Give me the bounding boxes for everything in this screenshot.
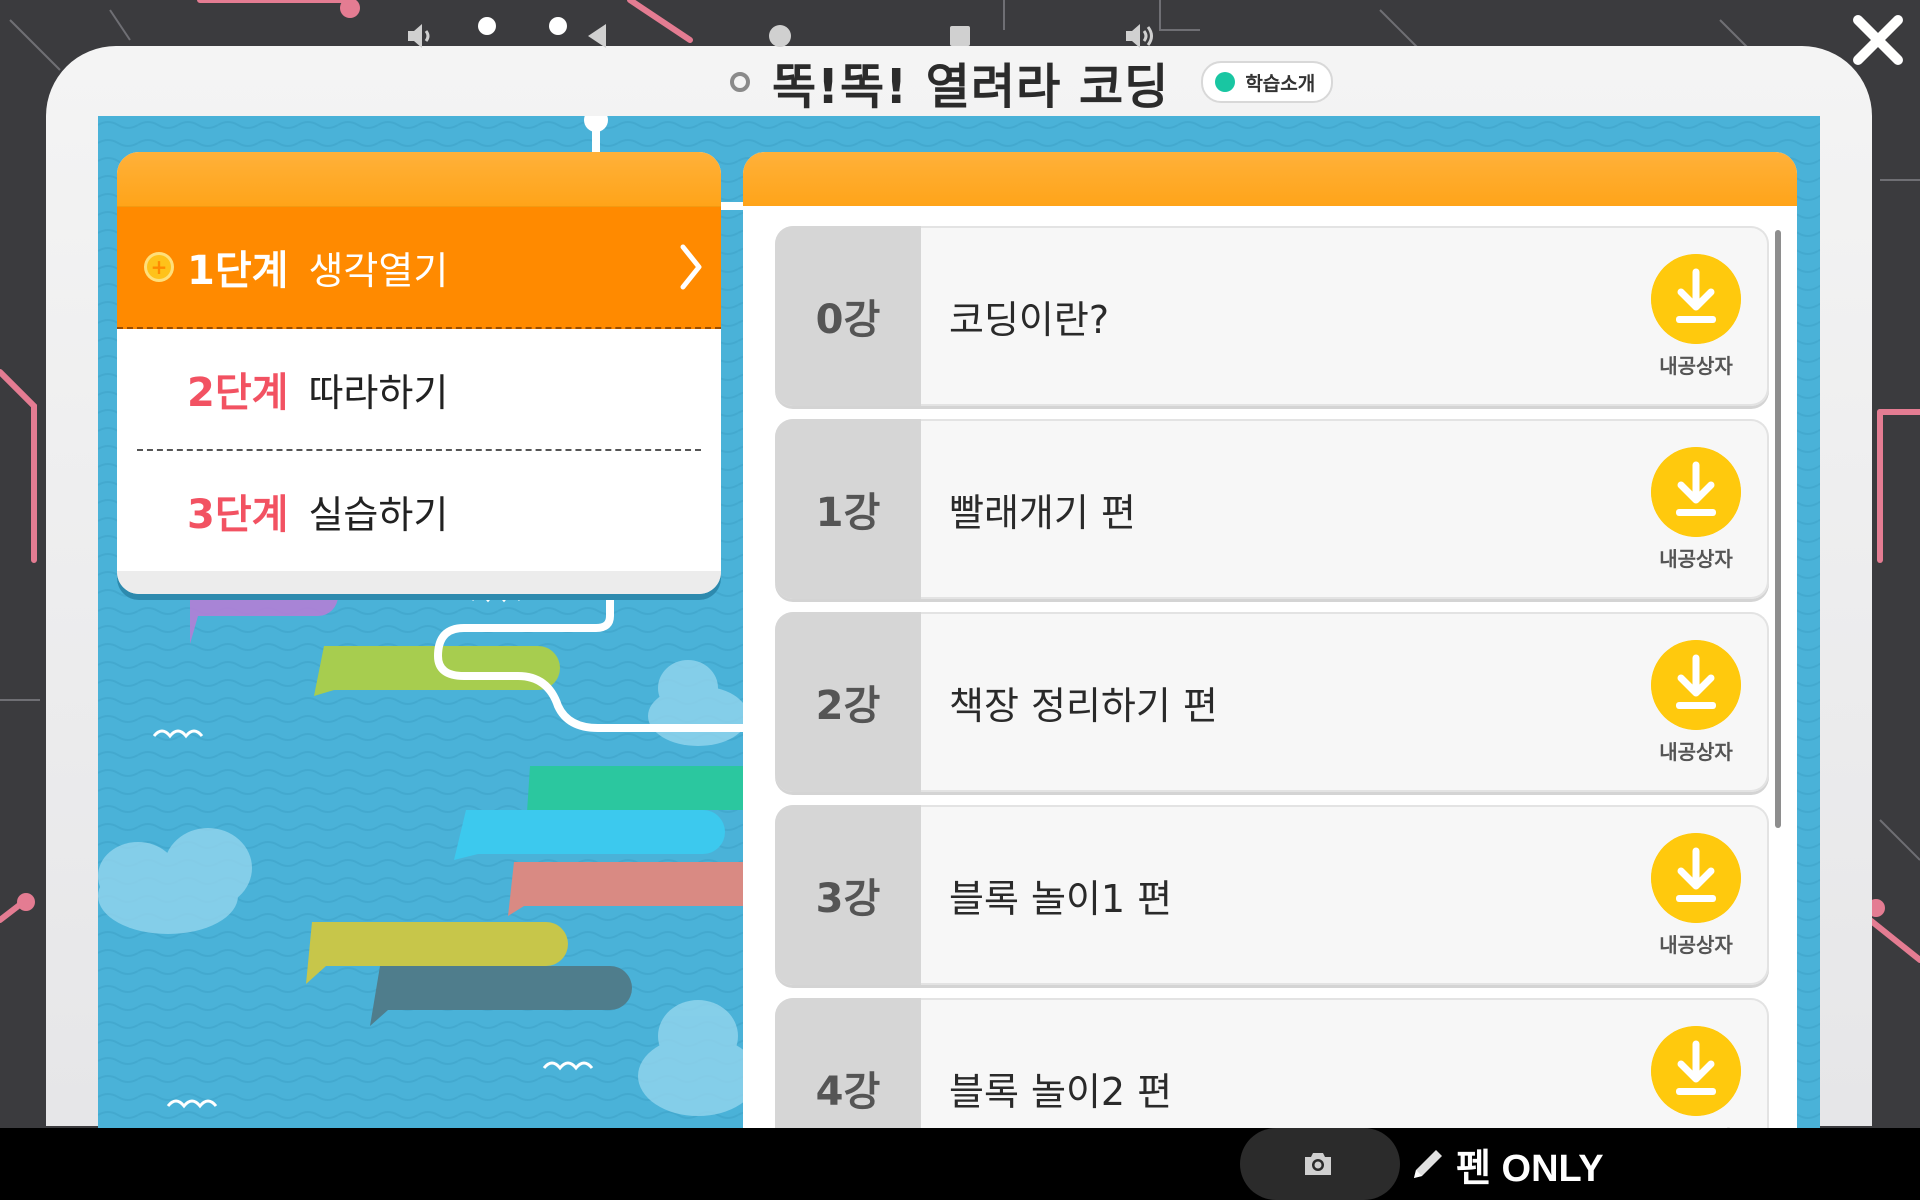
lesson-list: 0강 코딩이란? 내공상자 1강 빨래개기 편 내공상자 2강 책장 정리하기 … (775, 226, 1769, 1132)
step-item-1[interactable]: + 1단계 생각열기 (117, 207, 721, 329)
step-item-2[interactable]: 2단계 따라하기 (137, 329, 701, 449)
download-label: 내공상자 (1659, 547, 1733, 571)
lesson-item[interactable]: 3강 블록 놀이1 편 내공상자 (775, 805, 1769, 985)
lesson-number: 0강 (775, 226, 921, 406)
lesson-title: 블록 놀이2 편 (949, 1069, 1173, 1114)
app-title: 똑!똑! 열려라 코딩 (772, 59, 1170, 115)
title-bar: 똑!똑! 열려라 코딩 학습소개 (730, 52, 1334, 115)
pen-only-label: 펜 ONLY (1456, 1147, 1604, 1190)
plus-circle-icon: + (147, 255, 171, 279)
lesson-number: 2강 (775, 612, 921, 792)
step-menu-header (117, 152, 721, 207)
title-bullet-icon (730, 72, 750, 92)
lesson-panel: 0강 코딩이란? 내공상자 1강 빨래개기 편 내공상자 2강 책장 정리하기 … (743, 152, 1797, 1132)
chevron-right-icon (680, 244, 702, 290)
download-icon (1651, 1026, 1741, 1116)
lesson-title: 빨래개기 편 (949, 490, 1136, 535)
download-label: 내공상자 (1659, 354, 1733, 378)
step-menu-panel: + 1단계 생각열기 2단계 따라하기 3단계 실습하기 (117, 152, 721, 594)
screenshot-button[interactable] (1240, 1128, 1400, 1200)
step-menu-footer (117, 571, 721, 594)
lesson-number: 1강 (775, 419, 921, 599)
download-button[interactable]: 내공상자 (1651, 447, 1741, 572)
step-label: 생각열기 (308, 248, 449, 293)
pencil-icon (1414, 1150, 1442, 1178)
lesson-title: 코딩이란? (949, 297, 1110, 342)
download-icon (1651, 640, 1741, 730)
lesson-item[interactable]: 0강 코딩이란? 내공상자 (775, 226, 1769, 406)
download-button[interactable]: 내공상자 (1651, 833, 1741, 958)
camera-icon (1305, 1153, 1331, 1175)
download-icon (1651, 833, 1741, 923)
lesson-panel-header (743, 152, 1797, 206)
lesson-item[interactable]: 1강 빨래개기 편 내공상자 (775, 419, 1769, 599)
download-button[interactable]: 내공상자 (1651, 1026, 1741, 1132)
lesson-list-scrollbar[interactable] (1775, 230, 1781, 828)
download-icon (1651, 254, 1741, 344)
pen-only-toggle[interactable]: 펜 ONLY (1408, 1134, 1604, 1194)
step-label: 실습하기 (308, 492, 449, 537)
step-label: 따라하기 (308, 370, 449, 415)
volume-up-icon[interactable] (1122, 18, 1158, 54)
download-label: 내공상자 (1659, 933, 1733, 957)
lesson-item[interactable]: 2강 책장 정리하기 편 내공상자 (775, 612, 1769, 792)
step-item-3[interactable]: 3단계 실습하기 (137, 449, 701, 571)
recents-icon[interactable] (942, 18, 978, 54)
lesson-item[interactable]: 4강 블록 놀이2 편 내공상자 (775, 998, 1769, 1132)
step-number: 3단계 (187, 492, 289, 538)
download-icon (1651, 447, 1741, 537)
lesson-title: 블록 놀이1 편 (949, 876, 1173, 921)
step-number: 1단계 (187, 248, 289, 294)
lesson-number: 4강 (775, 998, 921, 1132)
system-navbar (0, 1128, 1920, 1200)
step-number: 2단계 (187, 370, 289, 416)
download-button[interactable]: 내공상자 (1651, 640, 1741, 765)
intro-button[interactable]: 학습소개 (1201, 61, 1334, 103)
download-label: 내공상자 (1659, 740, 1733, 764)
lesson-title: 책장 정리하기 편 (949, 683, 1218, 728)
volume-down-icon[interactable] (402, 18, 438, 54)
download-button[interactable]: 내공상자 (1651, 254, 1741, 379)
intro-dot-icon (1215, 72, 1236, 92)
home-icon[interactable] (762, 18, 798, 54)
lesson-number: 3강 (775, 805, 921, 985)
back-icon[interactable] (580, 18, 616, 54)
close-icon[interactable] (1846, 8, 1910, 72)
intro-button-label: 학습소개 (1245, 72, 1316, 95)
